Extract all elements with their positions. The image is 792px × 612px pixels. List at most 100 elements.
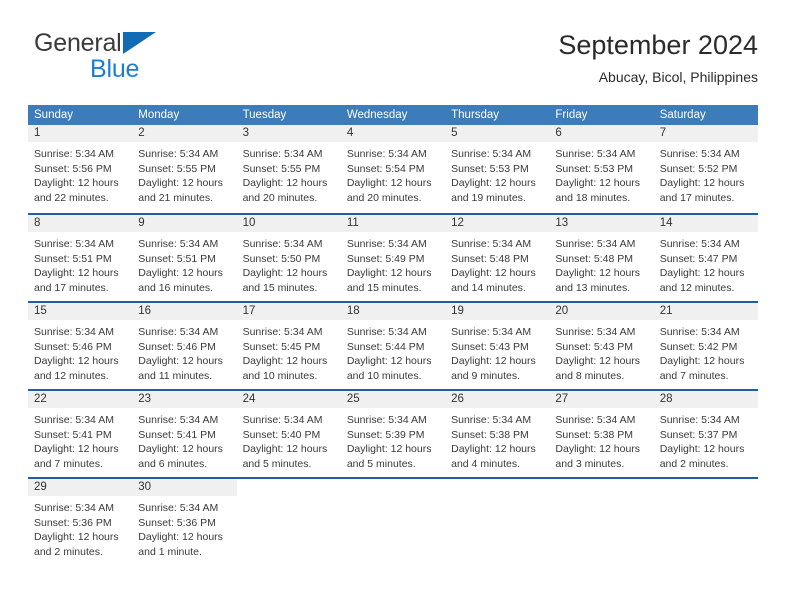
daylight-text-line1: Daylight: 12 hours — [659, 177, 745, 190]
sunrise-text: Sunrise: 5:34 AM — [659, 238, 740, 250]
daylight-text-line2: and 22 minutes. — [34, 191, 109, 204]
brand-logo[interactable]: General Blue — [34, 28, 334, 90]
daylight-text-line1: Daylight: 12 hours — [346, 177, 432, 190]
sunset-text: Sunset: 5:55 PM — [242, 162, 321, 175]
day-cell[interactable]: 6 Sunrise: 5:34 AM Sunset: 5:53 PM Dayli… — [549, 125, 654, 213]
sunset-text: Sunset: 5:53 PM — [555, 162, 634, 175]
daylight-text-line2: and 21 minutes. — [138, 191, 213, 204]
daylight-text-line2: and 18 minutes. — [555, 191, 631, 204]
daylight-text-line2: and 8 minutes. — [555, 369, 625, 382]
day-cell[interactable]: 2 Sunrise: 5:34 AM Sunset: 5:55 PM Dayli… — [132, 125, 237, 213]
day-details: Sunrise: 5:34 AM Sunset: 5:36 PM Dayligh… — [132, 496, 236, 559]
sunrise-text: Sunrise: 5:34 AM — [555, 148, 636, 160]
day-cell-empty — [237, 479, 341, 565]
day-cell-empty — [341, 479, 445, 565]
day-number: 26 — [445, 391, 550, 408]
day-cell[interactable]: 21 Sunrise: 5:34 AM Sunset: 5:42 PM Dayl… — [653, 303, 758, 389]
day-number: 18 — [340, 303, 446, 320]
sunrise-text: Sunrise: 5:34 AM — [346, 414, 427, 426]
page-header: General Blue September 2024 Abucay, Bico… — [34, 28, 758, 98]
daylight-text-line1: Daylight: 12 hours — [34, 531, 119, 544]
day-number: 19 — [445, 303, 550, 320]
day-cell[interactable]: 15 Sunrise: 5:34 AM Sunset: 5:46 PM Dayl… — [28, 303, 133, 389]
day-cell[interactable]: 27 Sunrise: 5:34 AM Sunset: 5:38 PM Dayl… — [549, 391, 654, 477]
sunset-text: Sunset: 5:48 PM — [451, 252, 529, 265]
day-number — [654, 479, 758, 496]
day-cell[interactable]: 17 Sunrise: 5:34 AM Sunset: 5:45 PM Dayl… — [236, 303, 341, 389]
daylight-text-line2: and 17 minutes. — [659, 191, 735, 204]
day-cell[interactable]: 10 Sunrise: 5:34 AM Sunset: 5:50 PM Dayl… — [236, 215, 341, 301]
day-number: 23 — [132, 391, 237, 408]
weekday-header-monday: Monday — [138, 109, 180, 121]
day-cell[interactable]: 13 Sunrise: 5:34 AM Sunset: 5:48 PM Dayl… — [549, 215, 654, 301]
brand-name-general: General — [34, 29, 122, 57]
day-details: Sunrise: 5:34 AM Sunset: 5:55 PM Dayligh… — [132, 142, 236, 205]
daylight-text-line1: Daylight: 12 hours — [242, 443, 328, 456]
day-details: Sunrise: 5:34 AM Sunset: 5:40 PM Dayligh… — [237, 408, 341, 471]
sunrise-text: Sunrise: 5:34 AM — [451, 148, 532, 160]
daylight-text-line1: Daylight: 12 hours — [242, 355, 328, 368]
day-cell[interactable]: 28 Sunrise: 5:34 AM Sunset: 5:37 PM Dayl… — [653, 391, 758, 477]
weekday-header-wednesday: Wednesday — [346, 109, 408, 121]
day-cell[interactable]: 23 Sunrise: 5:34 AM Sunset: 5:41 PM Dayl… — [132, 391, 237, 477]
day-details: Sunrise: 5:34 AM Sunset: 5:39 PM Dayligh… — [341, 408, 445, 471]
day-cell[interactable]: 30 Sunrise: 5:34 AM Sunset: 5:36 PM Dayl… — [132, 479, 237, 565]
sunrise-text: Sunrise: 5:34 AM — [138, 238, 219, 250]
day-cell[interactable]: 25 Sunrise: 5:34 AM Sunset: 5:39 PM Dayl… — [340, 391, 446, 477]
daylight-text-line1: Daylight: 12 hours — [138, 443, 223, 456]
daylight-text-line2: and 15 minutes. — [242, 281, 318, 294]
daylight-text-line2: and 2 minutes. — [659, 457, 729, 470]
day-number — [549, 479, 653, 496]
day-number: 7 — [653, 125, 758, 142]
day-cell[interactable]: 1 Sunrise: 5:34 AM Sunset: 5:56 PM Dayli… — [28, 125, 133, 213]
sunset-text: Sunset: 5:45 PM — [242, 340, 321, 353]
day-cell[interactable]: 5 Sunrise: 5:34 AM Sunset: 5:53 PM Dayli… — [445, 125, 550, 213]
daylight-text-line2: and 5 minutes. — [346, 457, 416, 470]
weekday-header-row: Sunday Monday Tuesday Wednesday Thursday… — [28, 105, 758, 125]
day-number: 21 — [653, 303, 758, 320]
sunrise-text: Sunrise: 5:34 AM — [242, 238, 323, 250]
day-cell[interactable]: 18 Sunrise: 5:34 AM Sunset: 5:44 PM Dayl… — [340, 303, 446, 389]
sunrise-text: Sunrise: 5:34 AM — [659, 326, 740, 338]
weekday-header-thursday: Thursday — [451, 109, 500, 121]
day-cell[interactable]: 9 Sunrise: 5:34 AM Sunset: 5:51 PM Dayli… — [132, 215, 237, 301]
sunset-text: Sunset: 5:43 PM — [555, 340, 634, 353]
sunset-text: Sunset: 5:48 PM — [555, 252, 634, 265]
week-row: 15 Sunrise: 5:34 AM Sunset: 5:46 PM Dayl… — [28, 301, 758, 389]
day-cell[interactable]: 8 Sunrise: 5:34 AM Sunset: 5:51 PM Dayli… — [28, 215, 133, 301]
day-cell[interactable]: 7 Sunrise: 5:34 AM Sunset: 5:52 PM Dayli… — [653, 125, 758, 213]
day-cell[interactable]: 22 Sunrise: 5:34 AM Sunset: 5:41 PM Dayl… — [28, 391, 133, 477]
sunset-text: Sunset: 5:41 PM — [138, 428, 216, 441]
sunrise-text: Sunrise: 5:34 AM — [555, 326, 636, 338]
day-cell[interactable]: 4 Sunrise: 5:34 AM Sunset: 5:54 PM Dayli… — [340, 125, 446, 213]
daylight-text-line1: Daylight: 12 hours — [34, 443, 119, 456]
day-cell[interactable]: 24 Sunrise: 5:34 AM Sunset: 5:40 PM Dayl… — [236, 391, 341, 477]
sunset-text: Sunset: 5:55 PM — [138, 162, 216, 175]
day-cell[interactable]: 26 Sunrise: 5:34 AM Sunset: 5:38 PM Dayl… — [445, 391, 550, 477]
day-cell[interactable]: 20 Sunrise: 5:34 AM Sunset: 5:43 PM Dayl… — [549, 303, 654, 389]
sunrise-text: Sunrise: 5:34 AM — [242, 148, 323, 160]
day-number: 2 — [132, 125, 237, 142]
day-cell[interactable]: 14 Sunrise: 5:34 AM Sunset: 5:47 PM Dayl… — [653, 215, 758, 301]
daylight-text-line1: Daylight: 12 hours — [451, 177, 536, 190]
day-cell-empty — [549, 479, 653, 565]
day-cell[interactable]: 3 Sunrise: 5:34 AM Sunset: 5:55 PM Dayli… — [236, 125, 341, 213]
daylight-text-line2: and 7 minutes. — [659, 369, 729, 382]
day-cell[interactable]: 16 Sunrise: 5:34 AM Sunset: 5:46 PM Dayl… — [132, 303, 237, 389]
day-details: Sunrise: 5:34 AM Sunset: 5:53 PM Dayligh… — [549, 142, 653, 205]
sunset-text: Sunset: 5:36 PM — [34, 516, 112, 529]
sunset-text: Sunset: 5:42 PM — [659, 340, 738, 353]
day-cell[interactable]: 29 Sunrise: 5:34 AM Sunset: 5:36 PM Dayl… — [28, 479, 133, 565]
daylight-text-line2: and 10 minutes. — [242, 369, 318, 382]
sunrise-text: Sunrise: 5:34 AM — [138, 414, 219, 426]
day-cell[interactable]: 12 Sunrise: 5:34 AM Sunset: 5:48 PM Dayl… — [445, 215, 550, 301]
sunset-text: Sunset: 5:47 PM — [659, 252, 738, 265]
daylight-text-line1: Daylight: 12 hours — [555, 443, 641, 456]
day-details: Sunrise: 5:34 AM Sunset: 5:46 PM Dayligh… — [132, 320, 236, 383]
daylight-text-line1: Daylight: 12 hours — [555, 267, 641, 280]
sunrise-text: Sunrise: 5:34 AM — [346, 326, 427, 338]
sunrise-text: Sunrise: 5:34 AM — [451, 238, 532, 250]
day-cell[interactable]: 11 Sunrise: 5:34 AM Sunset: 5:49 PM Dayl… — [340, 215, 446, 301]
sunset-text: Sunset: 5:37 PM — [659, 428, 738, 441]
day-cell[interactable]: 19 Sunrise: 5:34 AM Sunset: 5:43 PM Dayl… — [445, 303, 550, 389]
